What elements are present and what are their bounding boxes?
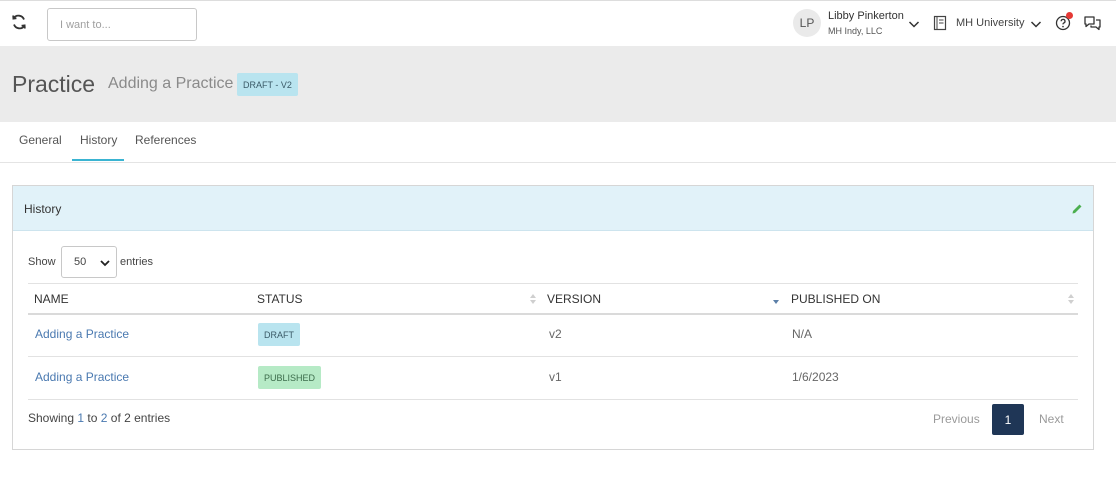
row-name-link[interactable]: Adding a Practice — [35, 370, 129, 384]
chevron-down-icon[interactable] — [1029, 17, 1043, 31]
chevron-down-icon — [100, 260, 110, 267]
refresh-icon[interactable] — [10, 13, 28, 31]
page-subtitle: Adding a Practice — [108, 75, 234, 92]
row-published-on: N/A — [792, 327, 813, 341]
previous-page-button[interactable]: Previous — [933, 412, 980, 426]
info-to-word: to — [84, 411, 101, 425]
page-title: Practice — [12, 71, 96, 97]
sort-icon[interactable] — [529, 292, 537, 306]
tab-references[interactable]: References — [135, 133, 196, 147]
next-page-button[interactable]: Next — [1039, 412, 1064, 426]
top-bar: LP Libby Pinkerton MH Indy, LLC MH Unive… — [0, 0, 1116, 46]
avatar[interactable]: LP — [793, 9, 821, 37]
status-badge: PUBLISHED — [258, 366, 322, 389]
table-divider — [28, 356, 1078, 357]
chevron-down-icon[interactable] — [907, 17, 921, 31]
user-name[interactable]: Libby Pinkerton — [828, 10, 904, 22]
sort-icon[interactable] — [1067, 292, 1075, 306]
entries-value: 50 — [74, 256, 87, 268]
column-header-version[interactable]: VERSION — [547, 292, 601, 306]
row-name-link[interactable]: Adding a Practice — [35, 327, 129, 341]
show-label: Show — [28, 256, 56, 268]
page-1-button[interactable]: 1 — [992, 404, 1024, 435]
row-version: v2 — [549, 327, 562, 341]
status-badge: DRAFT — [258, 323, 300, 346]
row-published-on: 1/6/2023 — [792, 370, 839, 384]
table-divider — [28, 399, 1078, 400]
row-version: v1 — [549, 370, 562, 384]
version-badge: DRAFT - V2 — [237, 73, 298, 96]
search-input[interactable] — [47, 8, 197, 41]
table-divider — [28, 313, 1078, 315]
chat-icon[interactable] — [1083, 14, 1102, 32]
panel-header: History — [13, 186, 1093, 231]
sort-desc-icon[interactable] — [772, 292, 780, 306]
book-icon — [933, 15, 947, 31]
tab-bar: General History References — [0, 122, 1116, 163]
table-divider — [28, 283, 1078, 284]
tab-history[interactable]: History — [80, 133, 117, 147]
panel-title: History — [24, 202, 62, 216]
tab-general[interactable]: General — [19, 133, 62, 147]
column-header-name[interactable]: NAME — [34, 292, 69, 306]
page-header: Practice Adding a Practice DRAFT - V2 — [0, 46, 1116, 122]
entries-label: entries — [120, 256, 154, 268]
notification-dot — [1066, 12, 1073, 19]
university-selector[interactable]: MH University — [956, 17, 1024, 29]
active-tab-indicator — [72, 159, 124, 161]
info-prefix: Showing — [28, 411, 78, 425]
user-org: MH Indy, LLC — [828, 26, 883, 36]
table-info: Showing 1 to 2 of 2 entries — [28, 411, 170, 425]
info-total: of 2 entries — [107, 411, 171, 425]
column-header-published-on[interactable]: PUBLISHED ON — [791, 292, 880, 306]
column-header-status[interactable]: STATUS — [257, 292, 303, 306]
history-panel: History Show 50 entries NAME STATUS VERS… — [12, 185, 1094, 450]
edit-icon[interactable] — [1071, 203, 1083, 215]
entries-select[interactable]: 50 — [61, 246, 117, 278]
